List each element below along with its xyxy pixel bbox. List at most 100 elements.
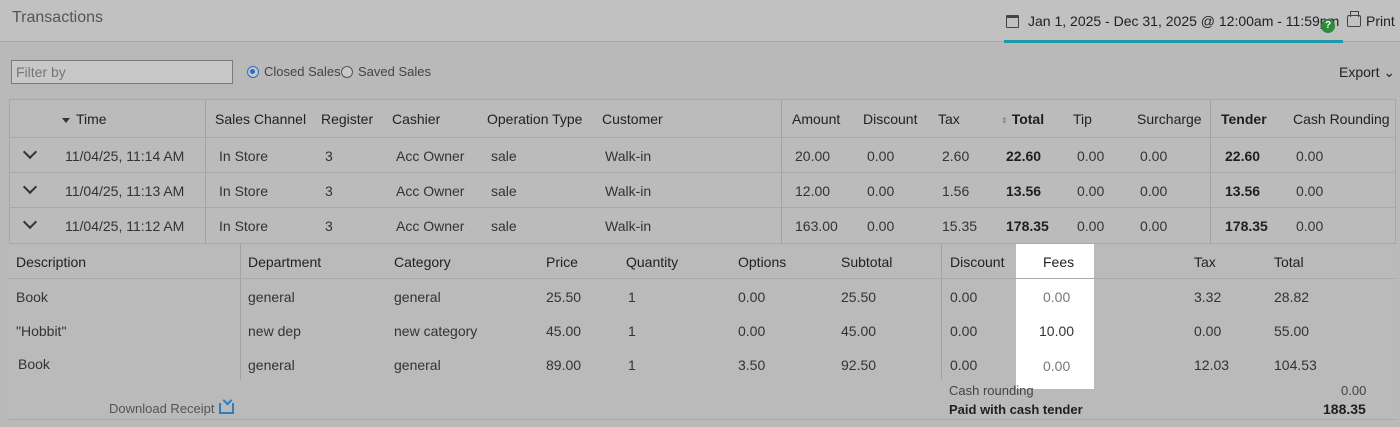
print-label: Print bbox=[1366, 13, 1395, 29]
col-surcharge[interactable]: Surcharge bbox=[1137, 111, 1202, 127]
col-amount[interactable]: Amount bbox=[792, 111, 840, 127]
col-tip[interactable]: Tip bbox=[1073, 111, 1092, 127]
cell-total: 13.56 bbox=[1006, 183, 1042, 199]
filter-input[interactable] bbox=[11, 60, 233, 84]
cell-discount: 0.00 bbox=[867, 148, 895, 164]
cash-rounding-value: 0.00 bbox=[1341, 383, 1367, 398]
col-subtotal: Subtotal bbox=[841, 254, 893, 270]
cell-tax: 15.35 bbox=[942, 218, 978, 234]
date-range-picker[interactable]: Jan 1, 2025 - Dec 31, 2025 @ 12:00am - 1… bbox=[1004, 13, 1344, 43]
col-total[interactable]: ⇕ Total bbox=[1001, 111, 1044, 127]
top-bar: Transactions Jan 1, 2025 - Dec 31, 2025 … bbox=[0, 0, 1400, 43]
col-quantity: Quantity bbox=[626, 254, 679, 270]
col-tax[interactable]: Tax bbox=[938, 111, 960, 127]
col-operation-type[interactable]: Operation Type bbox=[487, 111, 582, 127]
item-discount: 0.00 bbox=[950, 323, 978, 339]
item-discount: 0.00 bbox=[950, 289, 978, 305]
radio-closed-label: Closed Sales bbox=[264, 64, 341, 79]
col-sales-channel[interactable]: Sales Channel bbox=[215, 111, 306, 127]
export-button[interactable]: Export ⌄ bbox=[1339, 64, 1395, 81]
item-tax: 0.00 bbox=[1194, 323, 1222, 339]
paid-label: Paid with cash tender bbox=[949, 402, 1083, 417]
cell-total: 178.35 bbox=[1006, 218, 1049, 234]
print-button[interactable]: Print bbox=[1347, 11, 1395, 29]
divider bbox=[9, 419, 1396, 420]
cell-customer: Walk-in bbox=[605, 183, 652, 199]
cell-surcharge: 0.00 bbox=[1140, 148, 1168, 164]
cell-tax: 1.56 bbox=[942, 183, 970, 199]
table-header: Time Sales Channel Register Cashier Oper… bbox=[10, 100, 1395, 138]
table-row[interactable]: 11/04/25, 11:14 AM In Store 3 Acc Owner … bbox=[10, 138, 1395, 173]
item-discount: 0.00 bbox=[950, 357, 978, 373]
item-fees: 0.00 bbox=[1043, 289, 1071, 305]
col-price: Price bbox=[546, 254, 578, 270]
cell-total: 22.60 bbox=[1006, 148, 1042, 164]
col-discount: Discount bbox=[950, 254, 1005, 270]
cell-customer: Walk-in bbox=[605, 148, 652, 164]
item-quantity: 1 bbox=[628, 289, 636, 305]
item-price: 45.00 bbox=[546, 323, 582, 339]
item-department: general bbox=[248, 289, 295, 305]
table-row[interactable]: 11/04/25, 11:13 AM In Store 3 Acc Owner … bbox=[10, 173, 1395, 208]
cell-discount: 0.00 bbox=[867, 183, 895, 199]
col-tax: Tax bbox=[1194, 254, 1216, 270]
col-options: Options bbox=[738, 254, 787, 270]
item-fees: 0.00 bbox=[1043, 358, 1071, 374]
cell-time: 11/04/25, 11:12 AM bbox=[65, 218, 185, 234]
cell-time: 11/04/25, 11:13 AM bbox=[65, 183, 185, 199]
item-price: 25.50 bbox=[546, 289, 582, 305]
item-fees: 10.00 bbox=[1039, 323, 1075, 339]
printer-icon bbox=[1347, 11, 1361, 27]
col-customer[interactable]: Customer bbox=[602, 111, 663, 127]
cell-surcharge: 0.00 bbox=[1140, 218, 1168, 234]
chevron-down-icon[interactable] bbox=[22, 144, 38, 160]
cell-tip: 0.00 bbox=[1077, 218, 1105, 234]
col-tender[interactable]: Tender bbox=[1221, 111, 1267, 127]
item-total: 28.82 bbox=[1274, 289, 1310, 305]
cell-rounding: 0.00 bbox=[1296, 218, 1324, 234]
chevron-down-icon[interactable] bbox=[22, 179, 38, 195]
cell-register: 3 bbox=[325, 183, 333, 199]
download-icon bbox=[218, 403, 234, 414]
col-cashier[interactable]: Cashier bbox=[392, 111, 440, 127]
col-cash-rounding[interactable]: Cash Rounding bbox=[1293, 111, 1390, 127]
cell-tip: 0.00 bbox=[1077, 148, 1105, 164]
item-total: 104.53 bbox=[1274, 357, 1317, 373]
sort-icon: ⇕ bbox=[1001, 115, 1008, 125]
table-row[interactable]: 11/04/25, 11:12 AM In Store 3 Acc Owner … bbox=[10, 208, 1395, 243]
sort-desc-icon bbox=[62, 117, 70, 123]
cell-surcharge: 0.00 bbox=[1140, 183, 1168, 199]
col-department: Department bbox=[248, 254, 322, 270]
detail-header: Description Department Category Price Qu… bbox=[9, 244, 1396, 279]
col-category: Category bbox=[394, 254, 451, 270]
cell-channel: In Store bbox=[219, 218, 269, 234]
cell-time: 11/04/25, 11:14 AM bbox=[65, 148, 185, 164]
chevron-down-icon[interactable] bbox=[22, 214, 38, 230]
col-time[interactable]: Time bbox=[62, 111, 107, 127]
cell-channel: In Store bbox=[219, 183, 269, 199]
cell-tender: 13.56 bbox=[1225, 183, 1261, 199]
item-department: new dep bbox=[248, 323, 301, 339]
cell-tender: 22.60 bbox=[1225, 148, 1261, 164]
cash-rounding-label: Cash rounding bbox=[949, 383, 1034, 398]
cell-cashier: Acc Owner bbox=[396, 148, 465, 164]
item-quantity: 1 bbox=[628, 357, 636, 373]
cell-operation: sale bbox=[491, 148, 517, 164]
item-category: new category bbox=[394, 323, 478, 339]
radio-closed-sales[interactable]: Closed Sales bbox=[247, 64, 341, 79]
cell-rounding: 0.00 bbox=[1296, 183, 1324, 199]
paid-value: 188.35 bbox=[1323, 401, 1366, 417]
col-discount[interactable]: Discount bbox=[863, 111, 917, 127]
download-receipt-link[interactable]: Download Receipt bbox=[109, 401, 234, 416]
cell-operation: sale bbox=[491, 218, 517, 234]
item-quantity: 1 bbox=[628, 323, 636, 339]
item-options: 0.00 bbox=[738, 289, 766, 305]
item-subtotal: 45.00 bbox=[841, 323, 877, 339]
item-description: "Hobbit" bbox=[16, 323, 67, 339]
cell-amount: 12.00 bbox=[795, 183, 831, 199]
radio-saved-sales[interactable]: Saved Sales bbox=[341, 64, 431, 79]
help-icon[interactable]: ? bbox=[1321, 19, 1335, 33]
col-register[interactable]: Register bbox=[321, 111, 373, 127]
cell-rounding: 0.00 bbox=[1296, 148, 1324, 164]
item-description: Book bbox=[16, 289, 48, 305]
